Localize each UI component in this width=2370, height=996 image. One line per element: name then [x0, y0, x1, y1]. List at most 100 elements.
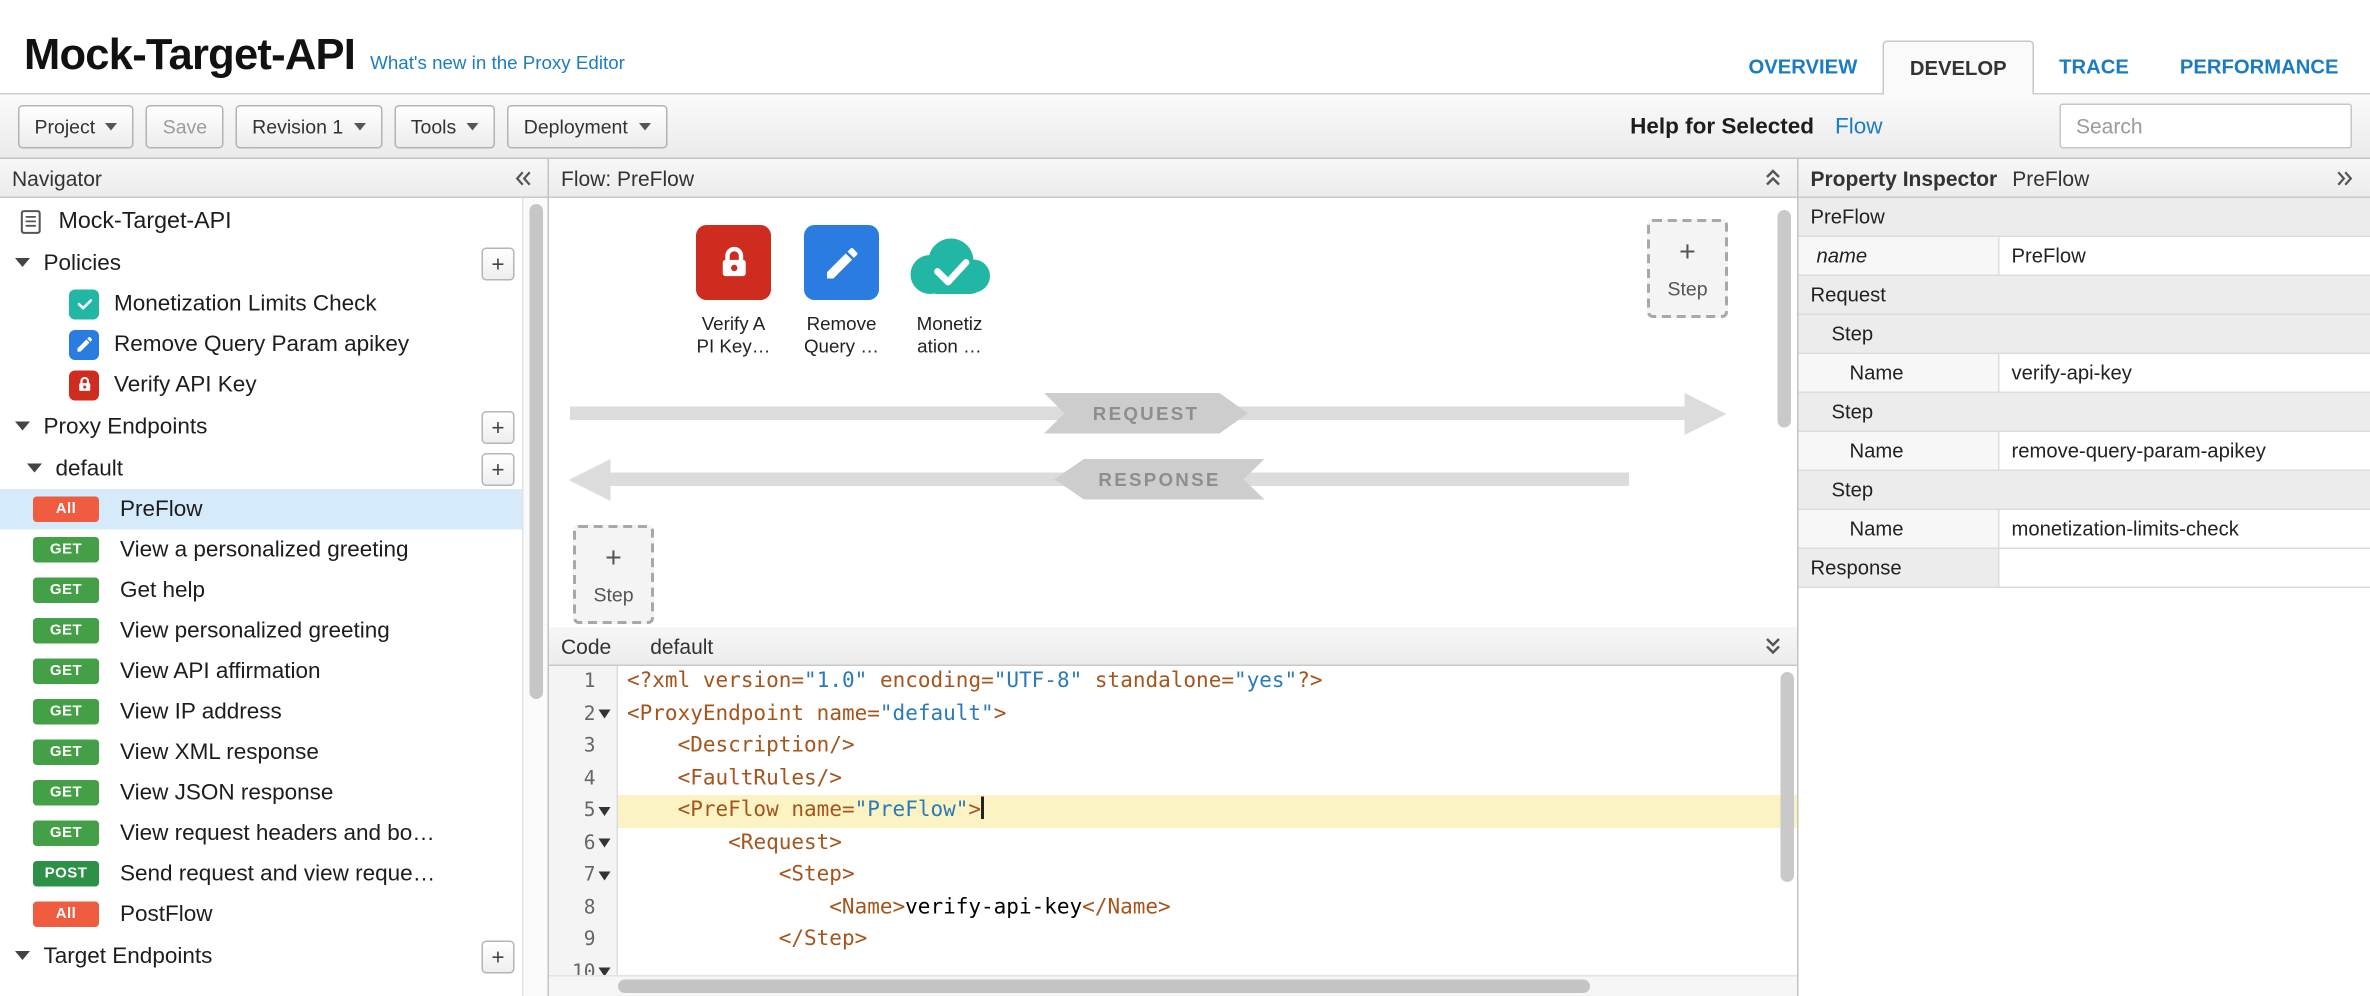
- code-editor[interactable]: 1<?xml version="1.0" encoding="UTF-8" st…: [549, 666, 1797, 996]
- code-line[interactable]: 9 </Step>: [549, 924, 1797, 956]
- inspector-field-value[interactable]: PreFlow: [2000, 237, 2370, 275]
- nav-flow-item[interactable]: GETView IP address: [0, 692, 524, 733]
- nav-section-proxy-endpoints[interactable]: Proxy Endpoints+: [0, 405, 524, 447]
- nav-policy-item[interactable]: Verify API Key: [0, 365, 524, 406]
- navigator-root-label: Mock-Target-API: [59, 208, 232, 235]
- code-gutter: 7: [549, 860, 618, 892]
- add-step-button-request[interactable]: + Step: [1647, 219, 1728, 318]
- section-label: Policies: [44, 250, 122, 276]
- inspector-field-value[interactable]: remove-query-param-apikey: [2000, 432, 2370, 470]
- section-label: default: [56, 455, 124, 481]
- tab-performance[interactable]: PERFORMANCE: [2154, 41, 2364, 94]
- code-token: [627, 895, 829, 919]
- nav-flow-item[interactable]: GETView API affirmation: [0, 651, 524, 692]
- fold-toggle-icon[interactable]: [599, 837, 613, 851]
- code-token: encoding=: [880, 669, 994, 693]
- add-target-endpoint-button[interactable]: +: [482, 941, 515, 974]
- code-line[interactable]: 3 <Description/>: [549, 731, 1797, 763]
- code-line[interactable]: 6 <Request>: [549, 827, 1797, 859]
- nav-flow-item[interactable]: GETView personalized greeting: [0, 611, 524, 652]
- nav-section-policies[interactable]: Policies +: [0, 242, 524, 284]
- code-vertical-scrollbar[interactable]: [1781, 672, 1795, 882]
- nav-flow-item[interactable]: GETView a personalized greeting: [0, 530, 524, 571]
- nav-flow-item[interactable]: GETView XML response: [0, 732, 524, 773]
- code-line[interactable]: 2<ProxyEndpoint name="default">: [549, 698, 1797, 730]
- inspector-field-value[interactable]: [2000, 549, 2370, 587]
- navigator-panel: Navigator Mock-Target-APIPolicies+Moneti…: [0, 159, 549, 996]
- chevron-down-icon: [354, 122, 366, 130]
- chevron-expanded-icon[interactable]: [15, 951, 30, 960]
- collapse-right-icon[interactable]: [2333, 169, 2359, 187]
- nav-section-target-endpoints[interactable]: Target Endpoints+: [0, 935, 524, 977]
- flow-canvas-scrollbar[interactable]: [1778, 210, 1792, 428]
- code-line[interactable]: 1<?xml version="1.0" encoding="UTF-8" st…: [549, 666, 1797, 698]
- code-line[interactable]: 4 <FaultRules/>: [549, 763, 1797, 795]
- flow-item-label: View a personalized greeting: [120, 537, 409, 563]
- code-line[interactable]: 7 <Step>: [549, 860, 1797, 892]
- add-flow-button[interactable]: +: [482, 453, 515, 486]
- code-line[interactable]: 8 <Name>verify-api-key</Name>: [549, 892, 1797, 924]
- project-menu-button[interactable]: Project: [18, 104, 134, 148]
- code-token: <?xml: [627, 669, 690, 693]
- whats-new-link[interactable]: What's new in the Proxy Editor: [370, 53, 625, 74]
- nav-flow-item[interactable]: GETView request headers and bo…: [0, 813, 524, 854]
- request-arrow-icon: [1685, 393, 1727, 435]
- property-inspector-table: PreFlownamePreFlowRequestStepNameverify-…: [1799, 198, 2370, 588]
- scrollbar-thumb[interactable]: [618, 980, 1590, 994]
- add-policy-button[interactable]: +: [482, 248, 515, 281]
- flow-item-label: Get help: [120, 578, 205, 604]
- fold-toggle-icon[interactable]: [599, 804, 613, 818]
- scrollbar-thumb[interactable]: [530, 204, 544, 699]
- nav-policy-item[interactable]: Monetization Limits Check: [0, 284, 524, 325]
- nav-flow-item[interactable]: GETGet help: [0, 570, 524, 611]
- inspector-section-label: PreFlow: [1799, 206, 1885, 229]
- code-gutter: 5: [549, 795, 618, 827]
- tab-develop[interactable]: DEVELOP: [1883, 41, 2034, 95]
- navigator-header: Navigator: [0, 159, 548, 198]
- flow-step-2[interactable]: RemoveQuery …: [789, 225, 894, 359]
- navigator-root-item[interactable]: Mock-Target-API: [0, 201, 524, 242]
- code-token: [690, 669, 703, 693]
- flow-step-1[interactable]: Verify API Key…: [681, 225, 786, 359]
- help-flow-link[interactable]: Flow: [1835, 113, 1883, 139]
- nav-flow-item[interactable]: GETView JSON response: [0, 773, 524, 814]
- code-line-content: <?xml version="1.0" encoding="UTF-8" sta…: [618, 666, 1797, 698]
- nav-flow-item[interactable]: AllPostFlow: [0, 894, 524, 935]
- code-token: <Step>: [779, 863, 855, 887]
- flow-step-3[interactable]: Monetization …: [897, 225, 1002, 359]
- fold-toggle-icon[interactable]: [599, 869, 613, 883]
- tab-trace[interactable]: TRACE: [2034, 41, 2155, 94]
- collapse-down-icon[interactable]: [1761, 636, 1785, 656]
- save-button[interactable]: Save: [146, 104, 223, 148]
- deployment-menu-button[interactable]: Deployment: [507, 104, 667, 148]
- nav-group-default[interactable]: default +: [0, 447, 524, 489]
- code-line[interactable]: 5 <PreFlow name="PreFlow">: [549, 795, 1797, 827]
- chevron-expanded-icon[interactable]: [15, 258, 30, 267]
- inspector-section-label: Step: [1799, 401, 1874, 424]
- nav-flow-item[interactable]: AllPreFlow: [0, 489, 524, 530]
- tools-menu-button[interactable]: Tools: [394, 104, 495, 148]
- collapse-up-icon[interactable]: [1761, 168, 1785, 188]
- code-token: "default": [880, 701, 994, 725]
- chevron-expanded-icon[interactable]: [27, 464, 42, 473]
- inspector-field-value[interactable]: verify-api-key: [2000, 354, 2370, 392]
- collapse-left-icon[interactable]: [510, 169, 536, 187]
- code-horizontal-scrollbar[interactable]: [549, 975, 1797, 996]
- search-input[interactable]: [2060, 104, 2353, 149]
- navigator-scrollbar[interactable]: [522, 198, 548, 996]
- add-step-button-response[interactable]: + Step: [573, 525, 654, 624]
- nav-flow-item[interactable]: POSTSend request and view reque…: [0, 854, 524, 895]
- code-gutter: 1: [549, 666, 618, 698]
- fold-toggle-icon[interactable]: [599, 708, 613, 722]
- inspector-section-row: Step: [1799, 471, 2370, 510]
- revision-menu-button[interactable]: Revision 1: [236, 104, 383, 148]
- line-number: 4: [584, 763, 596, 795]
- monetization-policy-icon: [69, 289, 99, 319]
- chevron-expanded-icon[interactable]: [15, 422, 30, 431]
- inspector-field-value[interactable]: monetization-limits-check: [2000, 510, 2370, 548]
- code-token: [779, 798, 792, 822]
- nav-policy-item[interactable]: Remove Query Param apikey: [0, 324, 524, 365]
- tab-overview[interactable]: OVERVIEW: [1723, 41, 1883, 94]
- flow-item-label: PostFlow: [120, 902, 213, 928]
- add-proxy-endpoint-button[interactable]: +: [482, 411, 515, 444]
